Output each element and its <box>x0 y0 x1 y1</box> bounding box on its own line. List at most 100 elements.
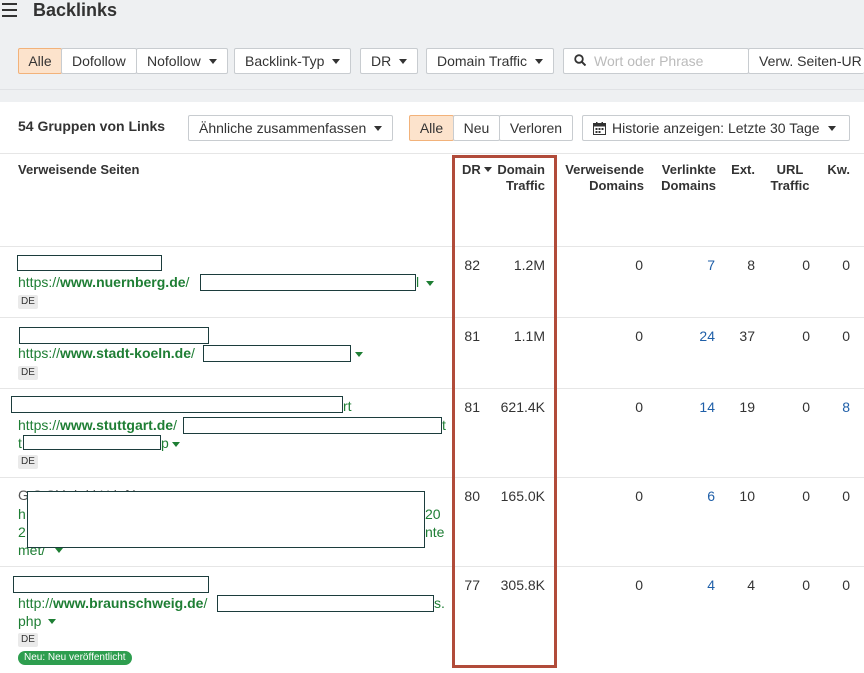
hamburger-menu-icon[interactable] <box>2 3 17 17</box>
cell-kw: 0 <box>842 328 850 344</box>
url-menu-chevron-icon[interactable] <box>48 619 56 624</box>
search-box[interactable] <box>563 48 749 74</box>
row-url[interactable]: https://www.stadt-koeln.de/ <box>18 344 195 362</box>
cell-linked-domains[interactable]: 24 <box>680 328 715 344</box>
cell-ext: 10 <box>739 488 755 504</box>
col-url-traffic-line2: Traffic <box>770 178 810 193</box>
country-badge: DE <box>18 633 38 647</box>
col-dr[interactable]: DR <box>462 162 492 178</box>
search-input[interactable] <box>594 51 744 71</box>
country-badge: DE <box>18 455 38 469</box>
redacted-title <box>17 255 162 271</box>
ref-page-url-dropdown[interactable]: Verw. Seiten-UR <box>748 48 864 74</box>
url-tail: / <box>185 274 190 290</box>
url-fragment: 2 <box>18 524 26 540</box>
domain-traffic-dropdown[interactable]: Domain Traffic <box>426 48 554 74</box>
url-prefix: https:// <box>18 345 61 361</box>
tab-new[interactable]: Neu <box>453 115 500 141</box>
cell-dr: 81 <box>464 328 480 344</box>
calendar-icon <box>593 122 606 135</box>
group-similar-dropdown[interactable]: Ähnliche zusammenfassen <box>188 115 394 141</box>
url-fragment: s. <box>434 595 445 611</box>
url-domain: www.nuernberg.de <box>60 274 186 290</box>
redacted-url <box>200 274 416 291</box>
cell-ext: 37 <box>739 328 755 344</box>
cell-ref-domains: 0 <box>635 257 643 273</box>
filter-dofollow-button[interactable]: Dofollow <box>61 48 137 74</box>
cell-dr: 77 <box>464 577 480 593</box>
cell-dr: 81 <box>464 399 480 415</box>
url-tail: / <box>203 595 208 611</box>
redacted-block <box>27 491 425 548</box>
chevron-down-icon <box>208 58 217 64</box>
cell-ref-domains: 0 <box>635 399 643 415</box>
tab-all[interactable]: Alle <box>409 115 454 141</box>
cell-linked-domains[interactable]: 4 <box>680 577 715 593</box>
cell-url-traffic: 0 <box>802 399 810 415</box>
cell-kw: 0 <box>842 577 850 593</box>
cell-kw[interactable]: 8 <box>820 399 850 415</box>
groups-count: 54 Gruppen von Links <box>18 118 166 134</box>
cell-kw: 0 <box>842 257 850 273</box>
filter-nofollow-label: Nofollow <box>147 53 201 69</box>
chevron-down-icon <box>399 58 408 64</box>
url-domain: www.braunschweig.de <box>53 595 204 611</box>
section-gap <box>0 90 864 102</box>
url-fragment: nte <box>425 524 445 540</box>
cell-url-traffic: 0 <box>802 488 810 504</box>
col-linked-domains-line1: Verlinkte <box>661 162 716 177</box>
url-menu-chevron-icon[interactable] <box>55 548 63 553</box>
country-badge: DE <box>18 295 38 309</box>
cell-linked-domains[interactable]: 6 <box>680 488 715 504</box>
url-tail: / <box>173 417 177 433</box>
col-linked-domains-line2: Domains <box>661 178 716 193</box>
url-menu-chevron-icon[interactable] <box>172 442 180 447</box>
row-url[interactable]: https://www.stuttgart.de/ <box>18 416 177 434</box>
cell-domain-traffic: 621.4K <box>500 399 545 415</box>
col-ref-domains-line2: Domains <box>589 178 644 193</box>
redacted-title <box>19 327 209 344</box>
url-fragment: p <box>161 435 169 451</box>
col-url-traffic[interactable]: URL Traffic <box>765 162 815 194</box>
cell-dr: 80 <box>464 488 480 504</box>
country-badge: DE <box>18 366 38 380</box>
redacted-url <box>203 345 351 362</box>
col-url-traffic-line1: URL <box>776 162 804 177</box>
filter-all-button[interactable]: Alle <box>18 48 62 74</box>
col-ref-pages[interactable]: Verweisende Seiten <box>18 162 139 178</box>
row-url[interactable]: https://www.nuernberg.de/ <box>18 273 189 291</box>
row-divider <box>0 477 864 478</box>
row-url[interactable]: http://www.braunschweig.de/ <box>18 594 207 612</box>
backlink-type-label: Backlink-Typ <box>245 53 325 69</box>
dr-filter-label: DR <box>371 53 392 69</box>
col-ref-domains[interactable]: Verweisende Domains <box>556 162 644 194</box>
cell-ext: 19 <box>739 399 755 415</box>
col-linked-domains[interactable]: Verlinkte Domains <box>650 162 716 194</box>
cell-domain-traffic: 165.0K <box>500 488 545 504</box>
history-dropdown[interactable]: Historie anzeigen: Letzte 30 Tage <box>582 115 850 141</box>
title-fragment: rt <box>343 398 352 414</box>
col-domain-traffic[interactable]: Domain Traffic <box>490 162 545 194</box>
cell-domain-traffic: 305.8K <box>500 577 545 593</box>
col-kw[interactable]: Kw. <box>820 162 850 178</box>
cell-ref-domains: 0 <box>635 577 643 593</box>
col-ext[interactable]: Ext. <box>720 162 755 178</box>
domain-traffic-filter-label: Domain Traffic <box>437 53 527 69</box>
backlink-type-dropdown[interactable]: Backlink-Typ <box>234 48 352 74</box>
cell-linked-domains[interactable]: 7 <box>680 257 715 273</box>
dr-dropdown[interactable]: DR <box>360 48 419 74</box>
tab-lost[interactable]: Verloren <box>499 115 573 141</box>
cell-ext: 4 <box>747 577 755 593</box>
cell-linked-domains[interactable]: 14 <box>680 399 715 415</box>
row-divider <box>0 317 864 318</box>
cell-url-traffic: 0 <box>802 257 810 273</box>
cell-ext: 8 <box>747 257 755 273</box>
url-menu-chevron-icon[interactable] <box>355 352 363 357</box>
url-menu-chevron-icon[interactable] <box>426 281 434 286</box>
url-fragment: l <box>416 274 420 290</box>
url-fragment: 20 <box>425 506 441 522</box>
page-title: Backlinks <box>33 0 118 20</box>
filter-nofollow-dropdown[interactable]: Nofollow <box>136 48 228 74</box>
cell-domain-traffic: 1.1M <box>513 328 545 344</box>
url-fragment: t <box>18 435 22 451</box>
